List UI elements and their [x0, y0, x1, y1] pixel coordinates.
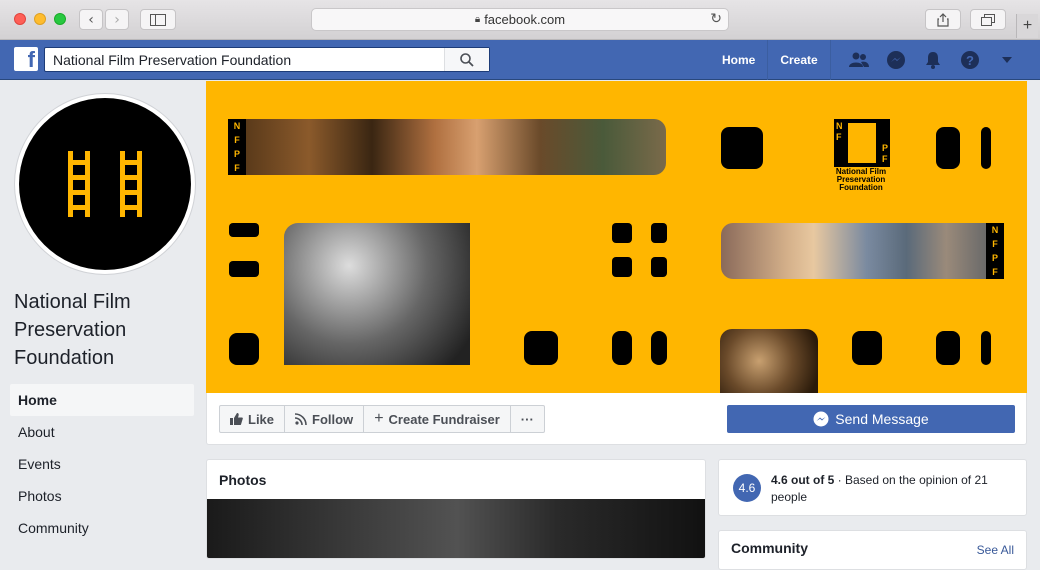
new-tab-button[interactable]: + — [1016, 14, 1038, 38]
photo-thumbnail[interactable] — [207, 499, 705, 558]
rating-badge: 4.6 — [733, 474, 761, 502]
chevron-right-icon: › — [114, 11, 120, 28]
sidebar-toggle-button[interactable] — [140, 9, 176, 30]
header-home-link[interactable]: Home — [710, 40, 769, 80]
address-bar[interactable]: 🔒︎ facebook.com ↻ — [311, 8, 729, 31]
page-nav-community[interactable]: Community — [10, 512, 194, 544]
like-button[interactable]: Like — [220, 406, 286, 432]
photos-heading[interactable]: Photos — [207, 460, 705, 500]
header-icons: ? — [840, 40, 1025, 80]
sprocket-hole — [524, 331, 558, 365]
page-action-bar: Like Follow + Create Fundraiser ··· Send… — [206, 393, 1027, 445]
svg-text:?: ? — [966, 53, 974, 68]
strip-letters: N F P F — [986, 223, 1004, 279]
rating-text[interactable]: 4.6 out of 5 · Based on the opinion of 2… — [771, 472, 1021, 506]
more-options-button[interactable]: ··· — [511, 406, 544, 432]
page-nav-photos[interactable]: Photos — [10, 480, 194, 512]
account-menu-button[interactable] — [988, 40, 1025, 80]
sprocket-hole — [612, 257, 632, 277]
search-input[interactable] — [45, 48, 445, 71]
sprocket-hole — [852, 331, 882, 365]
rating-panel: 4.6 4.6 out of 5 · Based on the opinion … — [718, 459, 1027, 516]
chevron-left-icon: ‹ — [88, 11, 94, 28]
browser-toolbar: ‹ › 🔒︎ facebook.com ↻ + — [0, 0, 1040, 40]
tab-overview-button[interactable] — [970, 9, 1006, 30]
sprocket-hole — [721, 127, 763, 169]
strip-letters: N F P F — [228, 119, 246, 175]
back-button[interactable]: ‹ — [79, 9, 103, 30]
friends-icon — [848, 52, 869, 67]
sprocket-hole — [981, 127, 991, 169]
sprocket-hole — [651, 223, 667, 243]
forward-button[interactable]: › — [105, 9, 129, 30]
plus-icon: + — [1022, 17, 1033, 34]
sprocket-hole — [612, 331, 632, 365]
sprocket-hole — [936, 331, 960, 365]
close-window-button[interactable] — [14, 13, 26, 25]
film-strip-icon — [68, 151, 90, 217]
messenger-icon — [886, 51, 905, 69]
caret-down-icon — [1001, 57, 1012, 63]
sidebar-icon — [150, 13, 166, 26]
page-avatar[interactable] — [15, 94, 195, 274]
header-create-link[interactable]: Create — [768, 40, 831, 80]
sprocket-hole — [651, 257, 667, 277]
friend-requests-button[interactable] — [840, 40, 877, 80]
page-nav-home[interactable]: Home — [10, 384, 194, 416]
still-photo-4 — [720, 329, 818, 393]
sprocket-hole — [651, 331, 667, 365]
page-sidebar: National Film Preservation Foundation Ho… — [0, 81, 205, 554]
see-all-link[interactable]: See All — [977, 543, 1014, 557]
header-links: Home Create — [710, 40, 831, 80]
photos-panel: Photos — [206, 459, 706, 559]
tabs-icon — [981, 13, 995, 26]
more-icon: ··· — [520, 411, 534, 427]
search-button[interactable] — [444, 48, 489, 71]
messenger-icon — [813, 411, 829, 427]
community-panel: Community See All — [718, 530, 1027, 570]
page-actions: Like Follow + Create Fundraiser ··· — [219, 405, 545, 433]
still-photo-3 — [721, 223, 986, 279]
help-icon: ? — [960, 51, 979, 69]
notifications-button[interactable] — [914, 40, 951, 80]
url-text: facebook.com — [484, 12, 566, 27]
rss-icon — [295, 413, 307, 425]
facebook-header: f Home Create ? — [0, 40, 1040, 80]
film-strip-logo — [19, 98, 191, 270]
sprocket-hole — [936, 127, 960, 169]
bell-icon — [925, 52, 940, 69]
share-button[interactable] — [925, 9, 961, 30]
nfpf-logo-caption: National Film Preservation Foundation — [835, 167, 887, 192]
still-photo-2 — [284, 223, 470, 365]
sprocket-hole — [612, 223, 632, 243]
search-box — [44, 47, 490, 72]
cover-photo[interactable]: N F P F N F P F National Film Preservati… — [206, 81, 1027, 393]
rating-summary: 4.6 out of 5 — [771, 473, 835, 487]
messenger-button[interactable] — [877, 40, 914, 80]
sprocket-hole — [229, 261, 259, 277]
thumbs-up-icon — [230, 413, 243, 425]
sprocket-hole — [229, 223, 259, 237]
nfpf-logo: N F P F — [834, 119, 890, 167]
minimize-window-button[interactable] — [34, 13, 46, 25]
page-title[interactable]: National Film Preservation Foundation — [14, 288, 194, 372]
share-icon — [937, 12, 949, 27]
help-button[interactable]: ? — [951, 40, 988, 80]
page-nav: Home About Events Photos Community — [10, 384, 194, 544]
lock-icon: 🔒︎ — [474, 14, 481, 25]
facebook-logo[interactable]: f — [14, 47, 38, 71]
search-icon — [460, 52, 474, 67]
reload-icon[interactable]: ↻ — [710, 11, 722, 27]
create-fundraiser-button[interactable]: + Create Fundraiser — [364, 406, 511, 432]
still-photo-1 — [246, 119, 666, 175]
zoom-window-button[interactable] — [54, 13, 66, 25]
sprocket-hole — [229, 333, 259, 365]
page-nav-events[interactable]: Events — [10, 448, 194, 480]
plus-icon: + — [374, 410, 384, 427]
sprocket-hole — [981, 331, 991, 365]
follow-button[interactable]: Follow — [285, 406, 365, 432]
page-nav-about[interactable]: About — [10, 416, 194, 448]
send-message-button[interactable]: Send Message — [727, 405, 1015, 433]
film-strip-icon — [120, 151, 142, 217]
